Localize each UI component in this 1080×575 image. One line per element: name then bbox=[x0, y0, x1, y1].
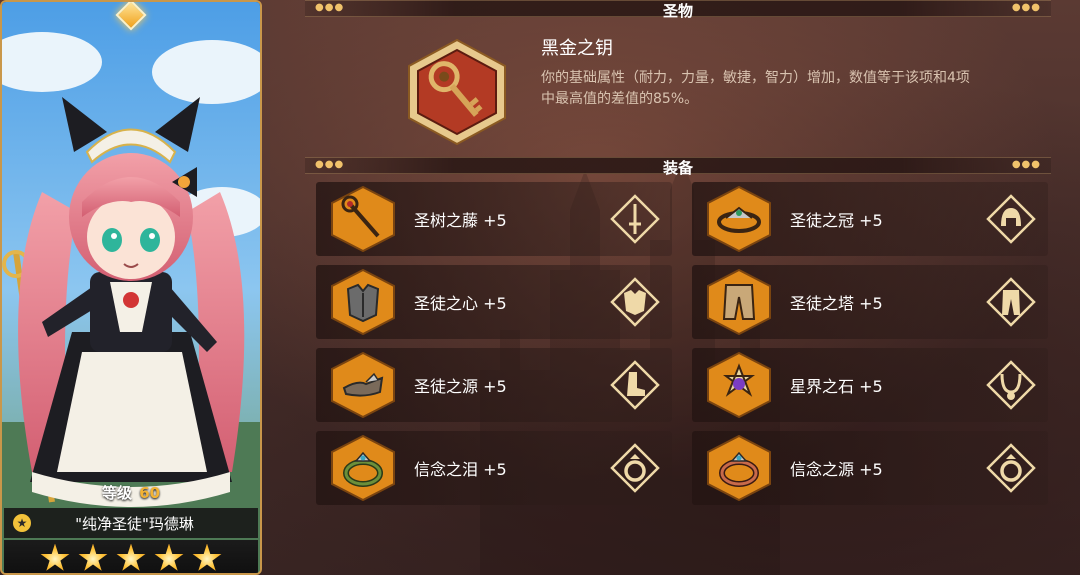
ring-slot-icon bbox=[986, 443, 1036, 493]
relic-description: 你的基础属性（耐力，力量，敏捷，智力）增加，数值等于该项和4项中最高值的差值的8… bbox=[541, 70, 970, 107]
equipment-slot-helmet[interactable]: 圣徒之冠 +5 bbox=[692, 182, 1048, 256]
circlet-icon bbox=[707, 186, 771, 252]
armor-icon bbox=[331, 269, 395, 335]
ornament-dots: ●●● bbox=[315, 2, 345, 13]
ring-icon bbox=[707, 435, 771, 501]
equipment-slot-ring-2[interactable]: 信念之源 +5 bbox=[692, 431, 1048, 505]
star-icon bbox=[78, 543, 108, 571]
equipment-slot-boots[interactable]: 圣徒之源 +5 bbox=[316, 348, 672, 422]
character-card[interactable]: 等级 60 ★ "纯净圣徒"玛德琳 bbox=[0, 0, 262, 575]
equipment-name: 圣树之藤 +5 bbox=[414, 211, 507, 230]
relic-section-header: ●●● 圣物 ●●● bbox=[305, 0, 1051, 20]
equipment-slot-legs[interactable]: 圣徒之塔 +5 bbox=[692, 265, 1048, 339]
star-icon bbox=[154, 543, 184, 571]
equipment-name: 圣徒之心 +5 bbox=[414, 294, 507, 313]
ornament-dots: ●●● bbox=[1011, 159, 1041, 170]
ornament-dots: ●●● bbox=[315, 159, 345, 170]
staff-icon bbox=[331, 186, 395, 252]
equipment-slot-weapon[interactable]: 圣树之藤 +5 bbox=[316, 182, 672, 256]
ring-slot-icon bbox=[610, 443, 660, 493]
relic-section-title: 圣物 bbox=[662, 2, 693, 20]
equipment-name: 信念之泪 +5 bbox=[414, 460, 507, 479]
weapon-slot-icon bbox=[610, 194, 660, 244]
star-icon bbox=[40, 543, 70, 571]
equipment-name: 信念之源 +5 bbox=[790, 460, 883, 479]
equipment-name: 圣徒之源 +5 bbox=[414, 377, 507, 396]
star-gem-icon bbox=[707, 352, 771, 418]
legs-slot-icon bbox=[986, 277, 1036, 327]
character-level: 等级 60 bbox=[2, 482, 260, 503]
level-value: 60 bbox=[139, 484, 161, 502]
equipment-name: 圣徒之塔 +5 bbox=[790, 294, 883, 313]
equipment-slot-necklace[interactable]: 星界之石 +5 bbox=[692, 348, 1048, 422]
equipment-slot-chest[interactable]: 圣徒之心 +5 bbox=[316, 265, 672, 339]
ring-icon bbox=[331, 435, 395, 501]
equipment-slot-ring-1[interactable]: 信念之泪 +5 bbox=[316, 431, 672, 505]
ornament-dots: ●●● bbox=[1011, 2, 1041, 13]
equipment-name: 星界之石 +5 bbox=[790, 377, 883, 396]
relic-name: 黑金之钥 bbox=[541, 38, 613, 59]
boots-slot-icon bbox=[610, 360, 660, 410]
star-badge-icon: ★ bbox=[13, 514, 31, 532]
shoes-icon bbox=[331, 352, 395, 418]
equipment-section-header: ●●● 装备 ●●● bbox=[305, 157, 1051, 177]
chest-slot-icon bbox=[610, 277, 660, 327]
character-name-bar: ★ "纯净圣徒"玛德琳 bbox=[4, 508, 258, 538]
star-icon bbox=[192, 543, 222, 571]
star-icon bbox=[116, 543, 146, 571]
level-label: 等级 bbox=[101, 484, 132, 502]
helmet-slot-icon bbox=[986, 194, 1036, 244]
character-name: "纯净圣徒"玛德琳 bbox=[75, 514, 194, 533]
star-rating bbox=[4, 540, 258, 573]
pants-icon bbox=[707, 269, 771, 335]
equipment-section-title: 装备 bbox=[662, 159, 693, 177]
necklace-slot-icon bbox=[986, 360, 1036, 410]
equipment-name: 圣徒之冠 +5 bbox=[790, 211, 883, 230]
key-icon[interactable] bbox=[402, 38, 512, 146]
